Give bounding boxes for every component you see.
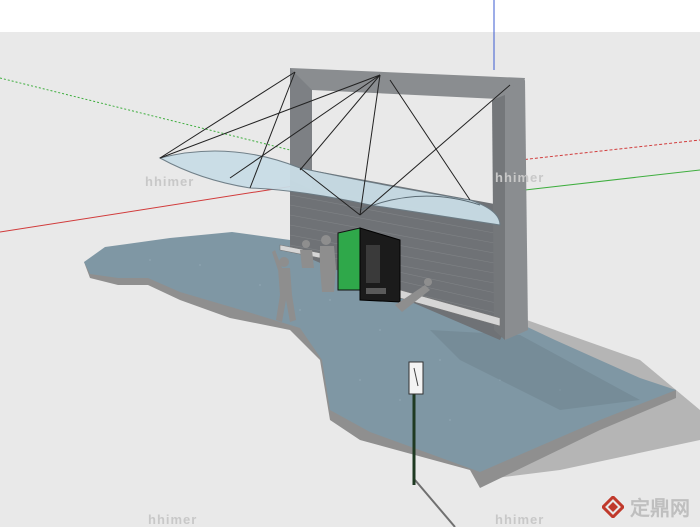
watermark-bottom-right: hhimer	[495, 512, 544, 527]
watermark-left: hhimer	[145, 174, 194, 189]
watermark-center: hhimer	[495, 170, 544, 185]
vending-machine-slot	[366, 288, 386, 294]
watermark-bottom-left: hhimer	[148, 512, 197, 527]
site-logo: 定鼎网	[602, 492, 690, 521]
sky-area	[0, 0, 700, 32]
vending-machine-panel	[366, 245, 380, 283]
vending-machine-green	[337, 227, 361, 291]
diamond-logo-icon	[602, 495, 624, 518]
logo-text: 定鼎网	[630, 496, 690, 520]
sketchup-viewport: hhimer hhimer hhimer hhimer	[0, 0, 700, 527]
